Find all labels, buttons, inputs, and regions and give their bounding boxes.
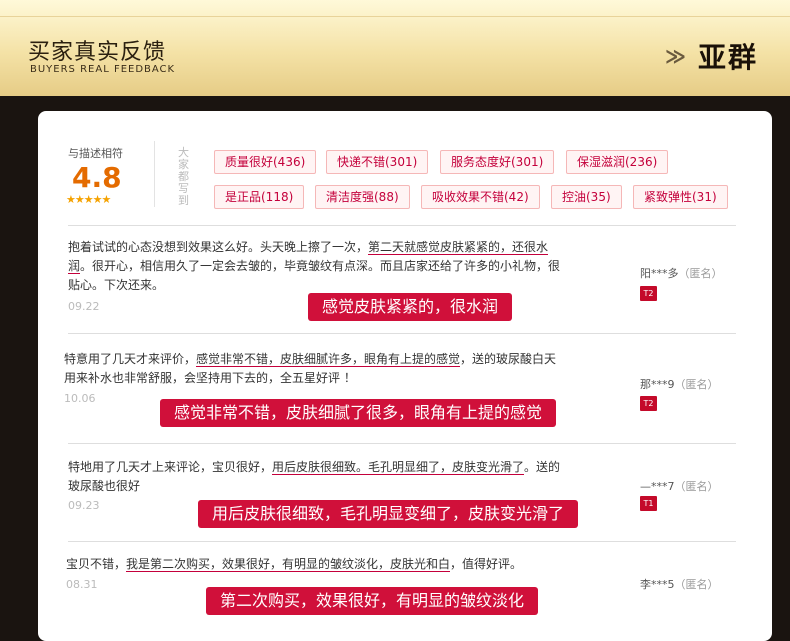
page-subtitle: BUYERS REAL FEEDBACK	[30, 64, 176, 75]
feedback-card: 与描述相符 4.8 ★★★★★ 大家都写到 质量很好(436) 快递不错(301…	[38, 111, 772, 641]
tags-caption: 大家都写到	[178, 146, 189, 207]
double-chevron-icon: ≫	[665, 44, 686, 68]
reviewer-name: 阳***多（匿名）	[640, 267, 723, 280]
review-date: 09.22	[68, 300, 100, 313]
rating-stars: ★★★★★	[66, 193, 111, 206]
review-date: 09.23	[68, 499, 100, 512]
header-banner: 买家真实反馈 BUYERS REAL FEEDBACK ≫ 亚群	[0, 0, 790, 96]
review-text: 特意用了几天才来评价，感觉非常不错，皮肤细腻许多，眼角有上提的感觉，送的玻尿酸白…	[64, 352, 557, 385]
review-text: 抱着试试的心态没想到效果这么好。头天晚上擦了一次，第二天就感觉皮肤紧紧的，还很水…	[68, 240, 561, 292]
review-text: 特地用了几天才上来评论，宝贝很好，用后皮肤很细致。毛孔明显细了，皮肤变光滑了。送…	[68, 460, 561, 493]
highlight-callout: 第二次购买，效果很好，有明显的皱纹淡化	[206, 587, 539, 615]
member-level-badge: T1	[640, 496, 657, 511]
rating-divider	[154, 141, 155, 207]
rating-label: 与描述相符	[68, 147, 123, 160]
divider	[68, 443, 736, 444]
tag-item[interactable]: 清洁度强(88)	[315, 185, 410, 209]
divider	[68, 333, 736, 334]
tag-item[interactable]: 快递不错(301)	[326, 150, 429, 174]
tag-item[interactable]: 紧致弹性(31)	[633, 185, 728, 209]
highlight-callout: 感觉非常不错，皮肤细腻了很多，眼角有上提的感觉	[160, 399, 557, 427]
tag-item[interactable]: 吸收效果不错(42)	[421, 185, 540, 209]
member-level-badge: T2	[640, 396, 657, 411]
tag-item[interactable]: 是正品(118)	[214, 185, 305, 209]
highlight-callout: 用后皮肤很细致，毛孔明显变细了，皮肤变光滑了	[198, 500, 579, 528]
rating-score: 4.8	[72, 161, 122, 194]
review-text: 宝贝不错，我是第二次购买，效果很好，有明显的皱纹淡化，皮肤光和白，值得好评。	[66, 557, 523, 572]
divider	[68, 541, 736, 542]
brand-logo: 亚群	[698, 41, 759, 74]
review-date: 10.06	[64, 392, 96, 405]
reviewer-name: 李***5（匿名）	[640, 578, 719, 591]
review-date: 08.31	[66, 578, 98, 591]
reviewer-name: 那***9（匿名）	[640, 378, 719, 391]
page-title: 买家真实反馈	[28, 40, 167, 65]
tag-item[interactable]: 服务态度好(301)	[440, 150, 555, 174]
reviewer-name: —***7（匿名）	[640, 480, 719, 493]
tag-item[interactable]: 质量很好(436)	[214, 150, 317, 174]
member-level-badge: T2	[640, 286, 657, 301]
divider	[68, 225, 736, 226]
tag-item[interactable]: 控油(35)	[551, 185, 622, 209]
banner-rule	[0, 16, 790, 17]
highlight-callout: 感觉皮肤紧紧的，很水润	[308, 293, 513, 321]
tag-item[interactable]: 保湿滋润(236)	[566, 150, 669, 174]
